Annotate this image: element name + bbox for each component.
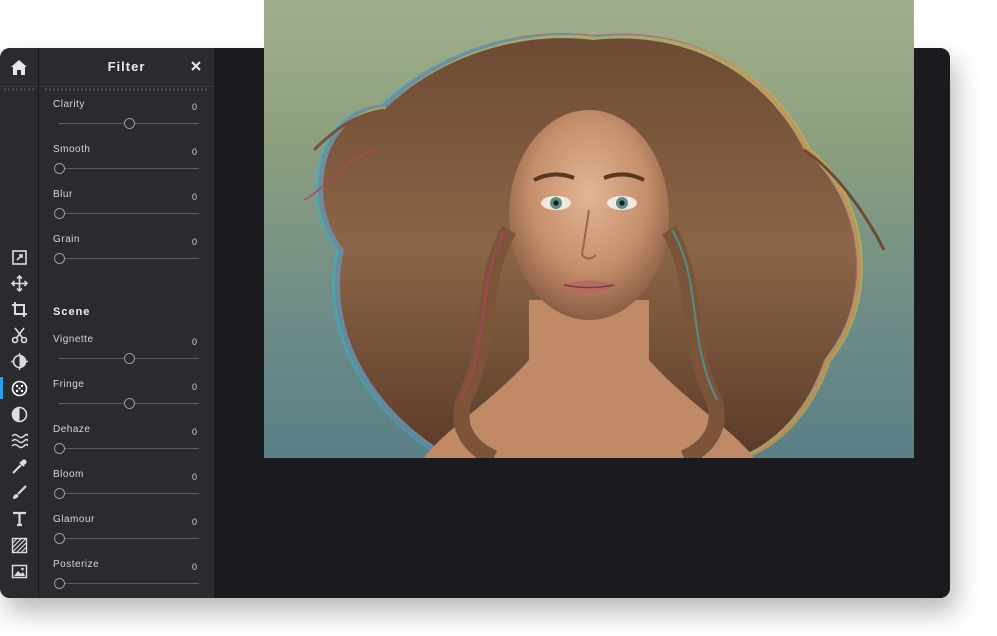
control-glamour: Glamour 0: [53, 514, 199, 554]
slider-thumb[interactable]: [124, 118, 135, 129]
home-icon: [11, 59, 27, 75]
cut-icon: [11, 327, 27, 344]
control-label: Vignette: [53, 334, 94, 345]
control-value: 0: [191, 147, 197, 157]
tool-adjust[interactable]: [0, 349, 38, 375]
control-fringe: Fringe 0: [53, 379, 199, 419]
tool-filter[interactable]: [0, 375, 38, 401]
control-label: Fringe: [53, 379, 85, 390]
control-label: Dehaze: [53, 424, 91, 435]
eyedropper-icon: [11, 459, 27, 474]
close-button[interactable]: [188, 58, 204, 74]
tool-hatch[interactable]: [0, 532, 38, 558]
slider-track[interactable]: [59, 448, 199, 449]
tool-list: [0, 244, 38, 584]
crop-icon: [11, 301, 27, 317]
brush-icon: [12, 485, 27, 500]
panel-header: Filter: [39, 48, 214, 91]
tool-resize[interactable]: [0, 244, 38, 270]
slider-track[interactable]: [59, 583, 199, 584]
control-value: 0: [191, 562, 197, 572]
slider-thumb[interactable]: [54, 488, 65, 499]
slider-thumb[interactable]: [124, 398, 135, 409]
tool-rail: [0, 48, 39, 598]
slider-thumb[interactable]: [54, 443, 65, 454]
portrait-image: [303, 33, 886, 458]
close-icon: [191, 61, 201, 71]
tool-cut[interactable]: [0, 323, 38, 349]
control-smooth: Smooth 0: [53, 144, 199, 184]
slider-track[interactable]: [59, 493, 199, 494]
tool-move[interactable]: [0, 270, 38, 296]
slider-thumb[interactable]: [54, 208, 65, 219]
move-icon: [10, 274, 28, 292]
filter-icon: [11, 380, 27, 396]
tool-crop[interactable]: [0, 296, 38, 322]
tool-image[interactable]: [0, 558, 38, 584]
tool-tone[interactable]: [0, 401, 38, 427]
control-value: 0: [191, 427, 197, 437]
slider-thumb[interactable]: [54, 253, 65, 264]
control-label: Grain: [53, 234, 80, 245]
adjust-icon: [10, 353, 28, 371]
control-value: 0: [191, 102, 197, 112]
control-value: 0: [191, 337, 197, 347]
control-value: 0: [191, 517, 197, 527]
tool-brush[interactable]: [0, 480, 38, 506]
control-clarity: Clarity 0: [53, 99, 199, 139]
control-vignette: Vignette 0: [53, 334, 199, 374]
control-posterize: Posterize 0: [53, 559, 199, 598]
control-value: 0: [191, 472, 197, 482]
tool-wave[interactable]: [0, 427, 38, 453]
control-label: Bloom: [53, 469, 84, 480]
slider-track[interactable]: [59, 213, 199, 214]
control-label: Posterize: [53, 559, 100, 570]
control-blur: Blur 0: [53, 189, 199, 229]
control-bloom: Bloom 0: [53, 469, 199, 509]
slider-thumb[interactable]: [54, 163, 65, 174]
control-label: Blur: [53, 189, 73, 200]
tool-eyedropper[interactable]: [0, 454, 38, 480]
control-label: Clarity: [53, 99, 85, 110]
slider-track[interactable]: [59, 538, 199, 539]
control-value: 0: [191, 237, 197, 247]
photo-canvas[interactable]: [264, 0, 914, 458]
slider-track[interactable]: [59, 168, 199, 169]
control-value: 0: [191, 192, 197, 202]
slider-thumb[interactable]: [54, 578, 65, 589]
text-icon: [12, 512, 26, 527]
slider-thumb[interactable]: [124, 353, 135, 364]
home-button[interactable]: [0, 48, 38, 91]
resize-icon: [11, 249, 27, 265]
tone-icon: [11, 406, 27, 423]
section-title-scene: Scene: [53, 306, 91, 318]
control-value: 0: [191, 382, 197, 392]
control-label: Smooth: [53, 144, 91, 155]
slider-track[interactable]: [59, 258, 199, 259]
filter-panel: Filter Clarity 0 Smooth 0 Blur 0 Grain 0: [39, 48, 214, 598]
tool-text[interactable]: [0, 506, 38, 532]
image-icon: [11, 564, 27, 579]
wave-icon: [10, 433, 28, 449]
slider-thumb[interactable]: [54, 533, 65, 544]
control-dehaze: Dehaze 0: [53, 424, 199, 464]
control-label: Glamour: [53, 514, 95, 525]
hatch-icon: [11, 537, 27, 553]
control-grain: Grain 0: [53, 234, 199, 274]
